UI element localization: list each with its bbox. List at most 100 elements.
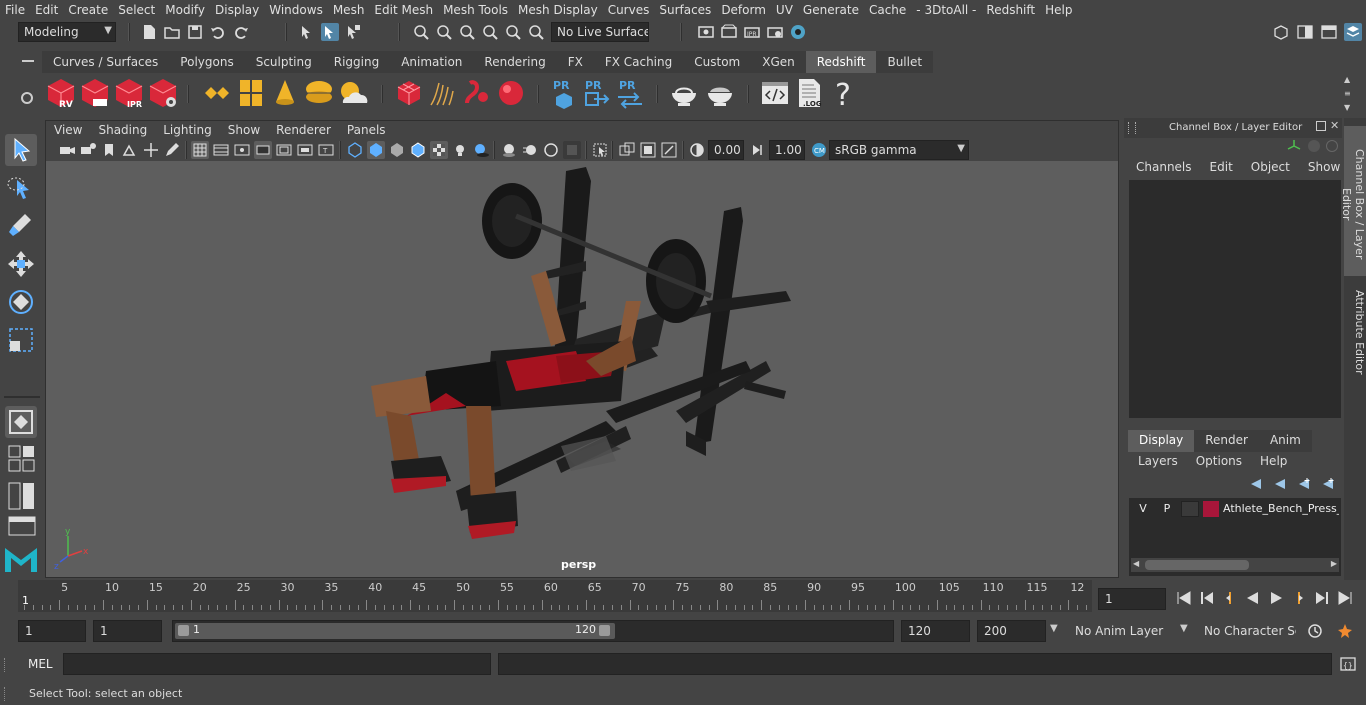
select-by-component-icon[interactable] (321, 23, 339, 41)
layer-visibility-toggle[interactable]: V (1133, 500, 1153, 518)
menu-windows[interactable]: Windows (264, 3, 328, 17)
menu-curves[interactable]: Curves (603, 3, 655, 17)
menu-edit-mesh[interactable]: Edit Mesh (369, 3, 438, 17)
rs-pr-export-icon[interactable]: PR (580, 77, 612, 109)
menu-modify[interactable]: Modify (160, 3, 210, 17)
film-gate-icon[interactable] (212, 141, 230, 159)
rs-area-light-icon[interactable] (235, 77, 267, 109)
menu-file[interactable]: File (0, 3, 30, 17)
menu-mesh-tools[interactable]: Mesh Tools (438, 3, 513, 17)
textured-icon[interactable] (430, 141, 448, 159)
snap-surface-icon[interactable] (504, 23, 522, 41)
workspace-icon[interactable] (1272, 23, 1290, 41)
color-management-icon[interactable]: CM (810, 141, 828, 159)
animation-start-field[interactable]: 1 (18, 620, 86, 642)
manipulator-icon[interactable] (1286, 138, 1302, 154)
character-set-dropdown[interactable]: No Character Set (1197, 620, 1297, 642)
render-view-icon[interactable] (697, 23, 715, 41)
gamma-icon[interactable] (749, 141, 767, 159)
redo-icon[interactable] (232, 23, 250, 41)
rs-material-bowl-icon[interactable] (668, 77, 700, 109)
exposure-icon[interactable] (688, 141, 706, 159)
smooth-shade-icon[interactable] (367, 141, 385, 159)
script-editor-icon[interactable]: {} (1339, 655, 1357, 673)
viewport-menu-view[interactable]: View (46, 123, 90, 137)
color-space-dropdown[interactable]: sRGB gamma ▼ (829, 140, 969, 160)
rs-render-sequence-icon[interactable] (79, 77, 111, 109)
rs-volume-icon[interactable] (393, 77, 425, 109)
motion-blur-icon[interactable] (521, 141, 539, 159)
xray-icon[interactable] (618, 141, 636, 159)
channel-box-list[interactable] (1129, 180, 1341, 418)
current-frame-marker[interactable]: 1 (22, 594, 29, 607)
anim-layer-dropdown[interactable]: No Anim Layer (1068, 620, 1172, 642)
hypershade-icon[interactable] (789, 23, 807, 41)
shelf-scroll[interactable]: ▲ ≡ ▼ (1344, 75, 1354, 113)
move-layer-down-icon[interactable] (1272, 476, 1288, 492)
scale-tool-icon[interactable] (5, 324, 37, 356)
ipr-render-icon[interactable]: IPR (743, 23, 761, 41)
open-scene-icon[interactable] (163, 23, 181, 41)
gamma-field[interactable]: 1.00 (769, 140, 805, 160)
isolate-select-icon[interactable] (591, 141, 609, 159)
layer-menu-options[interactable]: Options (1192, 454, 1246, 472)
paint-select-tool-icon[interactable] (5, 210, 37, 242)
live-surface-field[interactable]: No Live Surface (551, 22, 649, 42)
snap-grid-icon[interactable] (412, 23, 430, 41)
playback-end-field[interactable]: 120 (901, 620, 970, 642)
channel-box-toggle-icon[interactable] (1344, 23, 1362, 41)
play-backwards-icon[interactable] (1244, 589, 1262, 607)
viewport-menu-renderer[interactable]: Renderer (268, 123, 339, 137)
auto-key-icon[interactable] (1306, 622, 1324, 640)
viewport-menu-show[interactable]: Show (220, 123, 268, 137)
channel-menu-show[interactable]: Show (1304, 160, 1344, 178)
hyperbolic-icon[interactable] (1326, 140, 1338, 152)
rs-sphere-icon[interactable] (495, 77, 527, 109)
tab-fx[interactable]: FX (556, 51, 594, 73)
tab-curves-surfaces[interactable]: Curves / Surfaces (42, 51, 170, 73)
command-language-label[interactable]: MEL (28, 657, 53, 671)
menu-create[interactable]: Create (63, 3, 113, 17)
wireframe-on-shaded-icon[interactable] (409, 141, 427, 159)
channel-menu-object[interactable]: Object (1247, 160, 1294, 178)
camera-attributes-icon[interactable] (79, 141, 97, 159)
rotate-tool-icon[interactable] (5, 286, 37, 318)
bookmark-icon[interactable] (100, 141, 118, 159)
layer-type-toggle[interactable] (1181, 501, 1199, 517)
anti-aliasing-icon[interactable] (542, 141, 560, 159)
range-end-handle[interactable] (599, 625, 610, 636)
menu-redshift[interactable]: Redshift (981, 3, 1040, 17)
grid-toggle-icon[interactable] (191, 141, 209, 159)
step-back-key-icon[interactable] (1198, 589, 1216, 607)
tab-xgen[interactable]: XGen (751, 51, 806, 73)
layer-name[interactable]: Athlete_Bench_Press_S (1223, 500, 1339, 518)
tab-bullet[interactable]: Bullet (876, 51, 934, 73)
step-forward-frame-icon[interactable] (1290, 589, 1308, 607)
soft-select-icon[interactable] (5, 406, 37, 438)
render-settings-icon[interactable] (766, 23, 784, 41)
range-track[interactable]: 1 120 (172, 620, 894, 642)
camera-select-icon[interactable] (58, 141, 76, 159)
toggle-panels-icon[interactable] (1296, 23, 1314, 41)
speed-icon[interactable] (1308, 140, 1320, 152)
scroll-thumb[interactable] (1145, 560, 1249, 570)
channel-menu-channels[interactable]: Channels (1132, 160, 1196, 178)
tab-redshift[interactable]: Redshift (805, 51, 877, 73)
close-icon[interactable]: ✕ (1330, 119, 1339, 132)
rs-hair-icon[interactable] (427, 77, 459, 109)
rs-log-icon[interactable]: .LOG (793, 77, 825, 109)
layer-playback-toggle[interactable]: P (1157, 500, 1177, 518)
go-to-end-icon[interactable] (1336, 589, 1354, 607)
rs-render-view-icon[interactable]: RV (45, 77, 77, 109)
tab-rigging[interactable]: Rigging (322, 51, 391, 73)
layer-tab-display[interactable]: Display (1128, 430, 1195, 452)
new-layer-selected-icon[interactable] (1320, 476, 1336, 492)
step-back-frame-icon[interactable] (1221, 589, 1239, 607)
grease-pencil-icon[interactable] (163, 141, 181, 159)
3d-viewport[interactable]: y x z persp (46, 161, 1118, 577)
viewport-menu-shading[interactable]: Shading (90, 123, 155, 137)
layer-tab-render[interactable]: Render (1194, 430, 1259, 452)
tab-custom[interactable]: Custom (683, 51, 752, 73)
tab-channel-box[interactable]: Channel Box / Layer Editor (1340, 126, 1366, 276)
rs-pr-swap-icon[interactable]: PR (614, 77, 646, 109)
